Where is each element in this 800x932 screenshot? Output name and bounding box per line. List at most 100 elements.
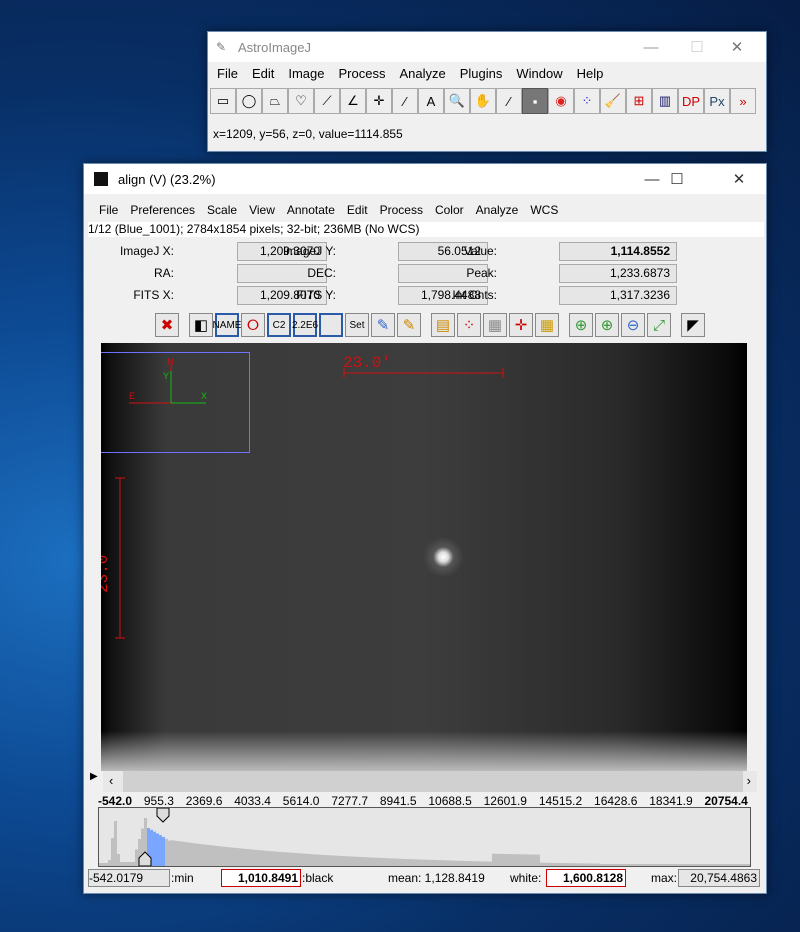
plot-tool[interactable]: ⊞ [626, 88, 652, 114]
rectangle-tool[interactable]: ▭ [210, 88, 236, 114]
zoom-fit-icon[interactable]: ⤢ [647, 313, 671, 337]
freehand-tool[interactable]: ♡ [288, 88, 314, 114]
play-slice-icon[interactable]: ▶ [90, 771, 98, 782]
histogram-bin [663, 864, 666, 866]
contrast-icon[interactable]: ◤ [681, 313, 705, 337]
multi-aperture-icon[interactable]: ⁘ [457, 313, 481, 337]
dropper-tool[interactable]: ⁄ [496, 88, 522, 114]
centroid-icon[interactable]: C2 [267, 313, 291, 337]
aperture-tool[interactable]: ◉ [548, 88, 574, 114]
menu-window[interactable]: Window [509, 66, 569, 81]
menu-edit[interactable]: Edit [245, 66, 281, 81]
set-aperture-icon[interactable]: Set [345, 313, 369, 337]
white-field[interactable]: 1,600.8128 [546, 869, 626, 887]
white-slider-handle[interactable] [156, 807, 170, 823]
name-icon[interactable]: NAME [213, 313, 241, 337]
hand-tool[interactable]: ✋ [470, 88, 496, 114]
zoom-in-fit-icon[interactable]: ⊕ [569, 313, 593, 337]
image-menu-scale[interactable]: Scale [201, 203, 243, 217]
table-tool[interactable]: ▥ [652, 88, 678, 114]
zoom-in-icon[interactable]: ⊕ [595, 313, 619, 337]
aperture-icon[interactable]: ⭘ [241, 313, 265, 337]
histogram-bin [210, 845, 213, 866]
image-menu-analyze[interactable]: Analyze [470, 203, 525, 217]
menu-image[interactable]: Image [281, 66, 331, 81]
histogram-bin [258, 850, 261, 866]
histogram[interactable] [98, 807, 751, 867]
hist-tick-label: 2369.6 [185, 794, 223, 808]
histogram-bin [561, 863, 564, 866]
invert-icon[interactable]: ◧ [189, 313, 213, 337]
histogram-bin [345, 856, 348, 866]
image-menu-wcs[interactable]: WCS [524, 203, 564, 217]
table-icon[interactable]: ▦ [535, 313, 559, 337]
wand-tool[interactable]: ⁄ [392, 88, 418, 114]
image-title-bar[interactable]: align (V) (23.2%) — ☐ ✕ [84, 164, 766, 194]
image-canvas[interactable]: 23.0' 23.0' N E X Y [101, 343, 747, 771]
oval-tool[interactable]: ◯ [236, 88, 262, 114]
astro-image-tool[interactable]: ▪ [522, 88, 548, 114]
main-title-bar[interactable]: ✎ AstroImageJ — ☐ ✕ [208, 32, 766, 62]
zoom-out-icon[interactable]: ⊖ [621, 313, 645, 337]
close-button[interactable]: ✕ [716, 164, 762, 194]
magnifier-tool[interactable]: 🔍 [444, 88, 470, 114]
multi-aperture-icon-label: ⁘ [462, 317, 476, 334]
image-menu-annotate[interactable]: Annotate [281, 203, 341, 217]
more-tool[interactable]: » [730, 88, 756, 114]
remove-background-icon[interactable] [319, 313, 343, 337]
text-tool[interactable]: A [418, 88, 444, 114]
line-tool[interactable]: ⟋ [314, 88, 340, 114]
hist-tick-label: 7277.7 [331, 794, 369, 808]
horizontal-scrollbar[interactable]: ‹ › [103, 771, 757, 792]
stack-align-icon[interactable]: ▦ [483, 313, 507, 337]
saturation-icon[interactable]: 2.2E6 [292, 313, 318, 337]
menu-help[interactable]: Help [570, 66, 611, 81]
histogram-bin [447, 860, 450, 866]
ra-label: RA: [153, 266, 174, 280]
menu-process[interactable]: Process [332, 66, 393, 81]
clear-apertures-icon[interactable]: ✎ [397, 313, 421, 337]
close-button[interactable]: ✕ [714, 32, 760, 62]
point-tool[interactable]: ✛ [366, 88, 392, 114]
image-menu-edit[interactable]: Edit [341, 203, 374, 217]
image-menu-color[interactable]: Color [429, 203, 470, 217]
scroll-right-icon[interactable]: › [747, 773, 751, 788]
fits-header-tool[interactable]: Px [704, 88, 730, 114]
max-field[interactable]: 20,754.4863 [678, 869, 760, 887]
histogram-bin [519, 854, 522, 866]
histogram-ticks: -542.0 955.3 2369.6 4033.4 5614.0 7277.7 8941.… [98, 794, 748, 808]
close-all-icon[interactable]: ✖ [155, 313, 179, 337]
black-field[interactable]: 1,010.8491 [221, 869, 301, 887]
histogram-bin [477, 861, 480, 866]
minimize-button[interactable]: — [628, 32, 674, 62]
dp-tool[interactable]: DP [678, 88, 704, 114]
histogram-bin [387, 858, 390, 866]
menu-plugins[interactable]: Plugins [453, 66, 510, 81]
image-menu-preferences[interactable]: Preferences [124, 203, 201, 217]
histogram-bin [255, 849, 258, 866]
scrollbar-thumb[interactable] [123, 771, 743, 792]
maximize-button[interactable]: ☐ [654, 164, 700, 194]
broom-tool[interactable]: 🧹 [600, 88, 626, 114]
multi-aperture-tool[interactable]: ⁘ [574, 88, 600, 114]
histogram-bin [207, 844, 210, 866]
polygon-tool[interactable]: ⏢ [262, 88, 288, 114]
crosshair-icon[interactable]: ✛ [509, 313, 533, 337]
image-menu-view[interactable]: View [243, 203, 281, 217]
histogram-bin [666, 864, 669, 866]
edit-aperture-icon[interactable]: ✎ [371, 313, 395, 337]
histogram-bin [660, 864, 663, 866]
histogram-bin [564, 863, 567, 866]
min-field[interactable]: -542.0179 [88, 869, 170, 887]
menu-file[interactable]: File [210, 66, 245, 81]
angle-tool[interactable]: ∠ [340, 88, 366, 114]
menu-analyze[interactable]: Analyze [392, 66, 452, 81]
scroll-left-icon[interactable]: ‹ [109, 773, 113, 788]
zoom-fit-icon-label: ⤢ [652, 316, 665, 334]
image-menu-file[interactable]: File [93, 203, 124, 217]
histogram-bin [111, 838, 114, 866]
clear-overlay-icon[interactable]: ▤ [431, 313, 455, 337]
histogram-plot [99, 807, 750, 867]
image-menu-process[interactable]: Process [374, 203, 429, 217]
histogram-bin [489, 861, 492, 866]
